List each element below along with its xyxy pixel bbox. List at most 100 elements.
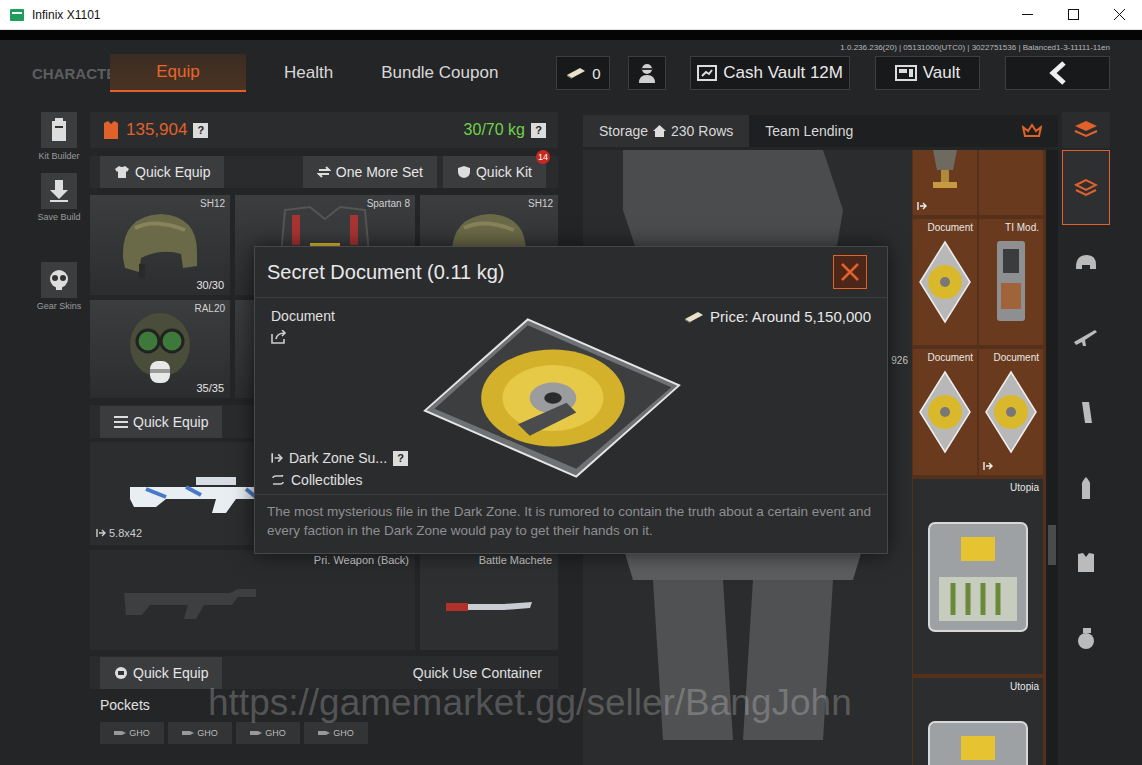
cash-icon <box>566 66 586 80</box>
grenade-icon <box>1076 626 1096 650</box>
machete-icon <box>444 598 534 614</box>
save-icon <box>48 179 70 203</box>
document-disc-icon <box>918 370 972 454</box>
cash-vault-button[interactable]: Cash Vault 12M <box>690 56 850 90</box>
nav-tab[interactable]: Bundle Coupon <box>371 55 508 91</box>
item-category: Document <box>271 308 335 324</box>
item-price: Price: Around 5,150,000 <box>684 308 871 325</box>
scrollbar[interactable] <box>1046 150 1058 765</box>
help-badge[interactable]: ? <box>193 123 208 138</box>
category-tab[interactable] <box>1062 225 1110 300</box>
storage-item[interactable] <box>979 150 1043 215</box>
vest-icon <box>1075 552 1097 574</box>
tool-column: Kit Builder Save Build Gear Skins <box>30 108 88 765</box>
rifle-icon <box>1073 328 1099 348</box>
close-button[interactable] <box>1096 0 1142 29</box>
dialog-title: Secret Document (0.11 kg) <box>267 261 505 284</box>
export-icon <box>983 461 993 471</box>
melee-slot[interactable]: Battle Machete <box>420 550 558 650</box>
category-column <box>1062 108 1110 765</box>
storage-item[interactable]: Utopia <box>913 678 1043 765</box>
help-badge[interactable]: ? <box>393 451 408 466</box>
close-button[interactable] <box>833 255 867 289</box>
storage-tab[interactable]: Storage 230 Rows <box>583 115 749 147</box>
back-weapon-slot[interactable]: Pri. Weapon (Back) <box>90 550 415 650</box>
version-text: 1.0.236.236(20) | 05131000(UTC0) | 30227… <box>840 43 1110 52</box>
tool-button[interactable]: Kit Builder <box>38 112 79 161</box>
bullet-icon <box>1080 476 1092 500</box>
item-source: Dark Zone Su... ? <box>271 450 408 466</box>
category-tab[interactable] <box>1062 450 1110 525</box>
tool-button[interactable]: Save Build <box>37 173 80 222</box>
close-icon <box>1114 9 1125 20</box>
category-tab[interactable] <box>1062 525 1110 600</box>
minimize-button[interactable] <box>1004 0 1050 29</box>
tool-button[interactable]: Gear Skins <box>37 262 82 311</box>
top-strip <box>0 30 1142 40</box>
bullet-icon <box>250 729 262 737</box>
category-tab[interactable] <box>1062 150 1110 225</box>
window-title: Infinix X1101 <box>32 8 101 22</box>
gear-slot[interactable]: RAL20 35/35 <box>90 300 230 398</box>
cycle-icon <box>317 165 331 179</box>
stack-button[interactable] <box>1062 112 1110 148</box>
minimize-icon <box>1022 9 1033 20</box>
loadout-header: 135,904 ? 30/70 kg ? <box>90 112 558 148</box>
secret-document-disc-icon <box>421 313 683 483</box>
category-tab[interactable] <box>1062 600 1110 675</box>
case-icon <box>923 517 1033 637</box>
export-icon <box>96 528 106 538</box>
storage-items: Document TI Mod. Document Document Utopi… <box>912 150 1046 765</box>
quick-equip-button[interactable]: Quick Equip <box>100 657 222 689</box>
maximize-button[interactable] <box>1050 0 1096 29</box>
list-icon <box>114 416 128 428</box>
sort-button[interactable] <box>1014 115 1050 147</box>
shield-icon <box>457 165 471 179</box>
back-button[interactable] <box>1005 56 1110 90</box>
pocket-slot[interactable]: GHO <box>236 722 300 744</box>
storage-item[interactable]: Utopia <box>913 479 1043 674</box>
trophy-icon <box>925 150 965 194</box>
storage-item[interactable]: TI Mod. <box>979 219 1043 345</box>
gas-mask-icon <box>120 309 200 389</box>
case-icon <box>923 716 1033 765</box>
pocket-slot[interactable]: GHO <box>304 722 368 744</box>
share-icon <box>271 330 287 344</box>
loadout-button[interactable]: Quick Equip <box>100 156 224 188</box>
nav-tab[interactable]: Equip <box>110 54 246 92</box>
quick-equip-button[interactable]: Quick Equip <box>100 406 222 438</box>
help-badge[interactable]: ? <box>531 123 546 138</box>
category-tab[interactable] <box>1062 375 1110 450</box>
storage-tab[interactable]: Team Lending <box>749 115 869 147</box>
magazine-icon <box>1078 401 1094 425</box>
loadout-button[interactable]: Quick Kit 14 <box>443 156 546 188</box>
document-disc-icon <box>984 370 1038 454</box>
share-button[interactable] <box>271 330 287 347</box>
crown-icon <box>1022 123 1042 139</box>
currency-box: 0 <box>556 56 610 90</box>
storage-item[interactable] <box>913 150 977 215</box>
nav-tab[interactable]: Health <box>274 55 343 91</box>
shirt-icon <box>114 165 130 179</box>
pocket-slot[interactable]: GHO <box>168 722 232 744</box>
storage-item[interactable]: Document <box>913 219 977 345</box>
mask-skin-icon <box>47 268 71 292</box>
back-arrow-icon <box>1048 61 1068 85</box>
pocket-slot[interactable]: GHO <box>100 722 164 744</box>
vault-button[interactable]: Vault <box>875 56 980 90</box>
agent-icon <box>636 62 658 84</box>
close-icon <box>840 262 860 282</box>
loadout-button[interactable]: One More Set <box>303 156 437 188</box>
item-description: The most mysterious file in the Dark Zon… <box>255 494 887 553</box>
emulator-window: Infinix X1101 1.0.236.236(20) | 05131000… <box>0 0 1142 765</box>
storage-item[interactable]: Document <box>979 349 1043 475</box>
section-title: CHARACTER <box>32 65 110 82</box>
category-tab[interactable] <box>1062 300 1110 375</box>
gear-slot[interactable]: SH12 30/30 <box>90 195 230 295</box>
storage-item[interactable]: Document <box>913 349 977 475</box>
title-bar: Infinix X1101 <box>0 0 1142 30</box>
bullet-icon <box>114 729 126 737</box>
agent-button[interactable] <box>628 56 666 90</box>
stack-icon <box>1073 120 1099 140</box>
app-icon <box>10 9 24 21</box>
